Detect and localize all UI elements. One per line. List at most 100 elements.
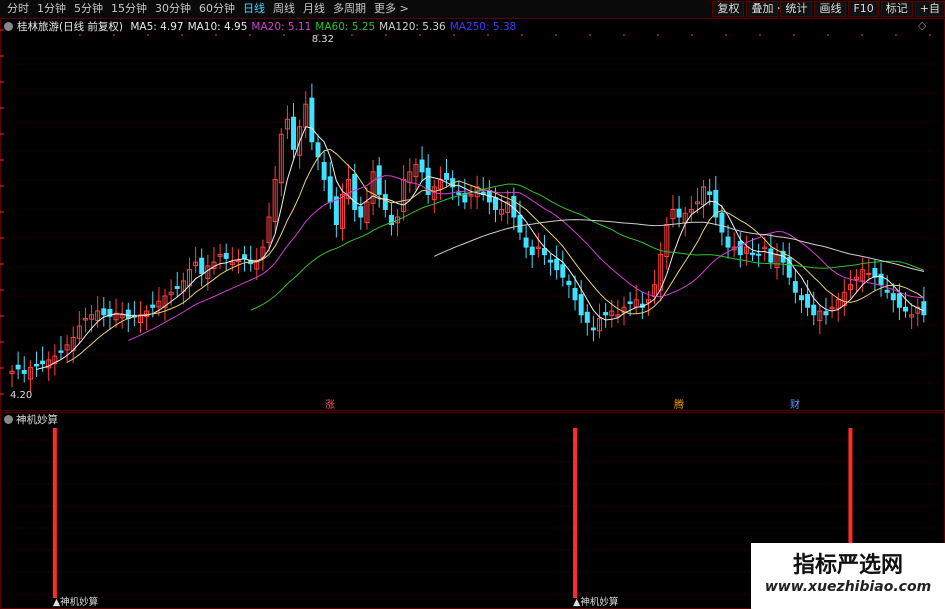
candle-body [376, 165, 382, 195]
candle-body [315, 142, 321, 158]
candle-body [523, 237, 529, 248]
candle-body [866, 272, 872, 275]
indicator-settings-icon[interactable] [4, 415, 13, 424]
candle-body [554, 258, 560, 271]
top-dot [691, 34, 693, 36]
signal-bar-0 [52, 428, 57, 598]
candle-body [756, 253, 762, 256]
candle-body [223, 252, 229, 259]
watermark: 指标严选网 www.xuezhibiao.com [751, 543, 945, 609]
candle-body [878, 273, 884, 286]
candle-body [529, 246, 535, 256]
candle-body [548, 259, 554, 263]
top-dot [657, 34, 659, 36]
main-panel-frame [0, 18, 945, 411]
candle-body [444, 173, 450, 180]
candle-body [603, 312, 609, 316]
candle-body [352, 173, 358, 210]
candle-body [492, 197, 498, 210]
candle-body [21, 369, 27, 374]
top-dot [861, 34, 863, 36]
candle-body [590, 327, 596, 331]
indicator-header: 神机妙算 [4, 412, 58, 427]
watermark-url: www.xuezhibiao.com [764, 579, 932, 595]
candle-body [566, 280, 572, 286]
watermark-title: 指标严选网 [792, 553, 903, 578]
top-dot [283, 34, 285, 36]
candle-body [737, 240, 743, 256]
top-dot [759, 34, 761, 36]
ma60-line [250, 183, 925, 311]
top-dot [555, 34, 557, 36]
candle-body [560, 264, 566, 278]
candle-body [890, 293, 896, 301]
candle-body [199, 257, 205, 274]
candle-body [707, 191, 713, 195]
candle-body [627, 301, 633, 305]
candle-body [382, 194, 388, 210]
candle-body [896, 293, 902, 308]
candle-body [768, 248, 774, 263]
signal-label-1: ▲神机妙算 [573, 596, 618, 608]
candle-body [101, 308, 107, 316]
indicator-name: 神机妙算 [16, 414, 58, 426]
signal-bar-1 [573, 428, 578, 598]
candle-body [792, 281, 798, 293]
kline-chart[interactable]: 8.324.20涨腾财▲神机妙算▲神机妙算▲神机妙算 [0, 0, 945, 609]
candle-body [725, 236, 731, 248]
top-dot [385, 34, 387, 36]
top-dot [725, 34, 727, 36]
candle-body [40, 360, 46, 365]
candle-body [572, 287, 578, 301]
candle-body [578, 294, 584, 316]
candle-body [333, 196, 339, 226]
candle-body [150, 304, 156, 308]
low-price-label: 4.20 [10, 390, 32, 401]
candle-body [798, 295, 804, 301]
top-dot [249, 34, 251, 36]
high-price-label: 8.32 [312, 34, 334, 45]
top-dot [79, 34, 81, 36]
ma5-line [36, 126, 925, 370]
candle-body [921, 301, 927, 316]
candle-body [872, 268, 878, 278]
candle-body [242, 254, 248, 259]
top-dot [793, 34, 795, 36]
candle-body [15, 364, 21, 370]
top-dot [419, 34, 421, 36]
top-dot [215, 34, 217, 36]
candle-body [58, 350, 64, 353]
signal-label-0: ▲神机妙算 [53, 596, 98, 608]
event-marker-2: 财 [790, 398, 800, 411]
top-dot [589, 34, 591, 36]
candle-body [811, 304, 817, 316]
candle-body [33, 363, 39, 367]
top-dot [147, 34, 149, 36]
event-marker-0: 涨 [325, 399, 335, 411]
top-dot [181, 34, 183, 36]
candle-body [517, 214, 523, 233]
top-dot [827, 34, 829, 36]
candle-body [358, 206, 364, 218]
candle-body [174, 286, 180, 289]
candle-body [309, 97, 315, 143]
top-dot [895, 34, 897, 36]
top-dot [453, 34, 455, 36]
top-dot [623, 34, 625, 36]
candle-body [419, 159, 425, 173]
top-dot [521, 34, 523, 36]
event-marker-1: 腾 [674, 398, 684, 411]
candle-body [805, 293, 811, 308]
candle-body [884, 289, 890, 293]
candle-body [125, 309, 131, 320]
top-dot [487, 34, 489, 36]
candle-body [541, 248, 547, 256]
candle-body [750, 252, 756, 256]
candle-body [823, 311, 829, 316]
candle-body [903, 306, 909, 312]
top-dot [113, 34, 115, 36]
candle-body [584, 311, 590, 323]
candle-body [456, 192, 462, 195]
candle-body [719, 212, 725, 233]
candle-body [291, 116, 297, 150]
